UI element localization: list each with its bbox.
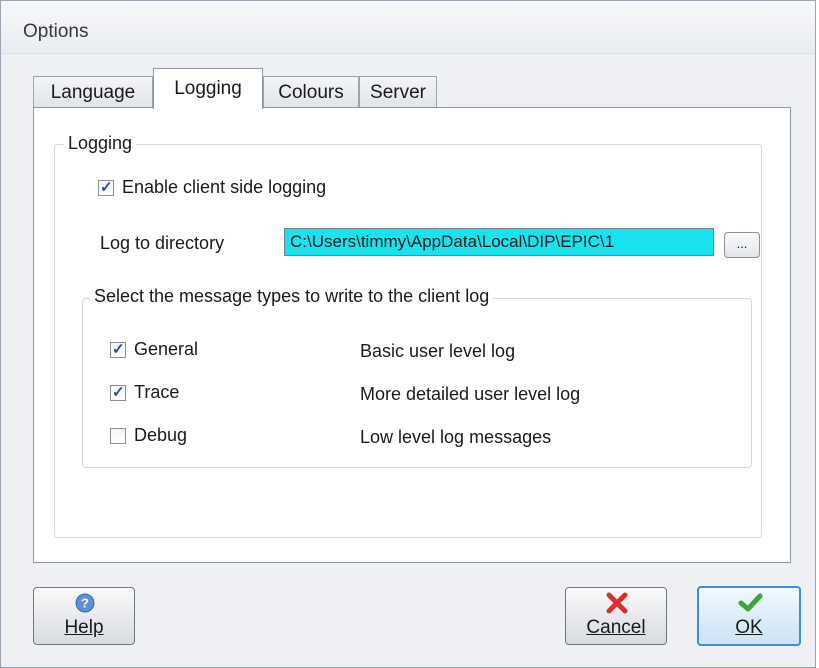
browse-directory-button[interactable]: ... <box>724 232 760 258</box>
trace-checkbox[interactable]: ✓ <box>110 384 126 401</box>
debug-checkbox[interactable] <box>110 428 126 444</box>
checkmark-icon: ✓ <box>112 384 125 401</box>
ok-button[interactable]: OK <box>697 586 801 646</box>
debug-description: Low level log messages <box>360 427 552 447</box>
debug-label: Debug <box>134 425 188 445</box>
logging-group-label: Logging <box>64 133 137 154</box>
tab-logging[interactable]: Logging <box>153 68 263 109</box>
tab-server[interactable]: Server <box>359 76 437 108</box>
log-directory-input[interactable]: C:\Users\timmy\AppData\Local\DIP\EPIC\1 <box>284 228 714 256</box>
options-dialog: Options Language Logging Colours Server … <box>0 0 816 668</box>
ok-button-label: OK <box>735 617 763 638</box>
red-x-icon <box>606 592 628 614</box>
general-label: General <box>134 339 199 359</box>
enable-logging-label: Enable client side logging <box>122 177 327 197</box>
trace-description: More detailed user level log <box>360 384 581 404</box>
tab-colours[interactable]: Colours <box>263 76 359 108</box>
window-title: Options <box>23 21 89 42</box>
trace-label: Trace <box>134 382 180 402</box>
log-directory-label: Log to directory <box>100 233 225 253</box>
help-button[interactable]: ? Help <box>33 587 135 645</box>
help-button-label: Help <box>64 617 104 638</box>
checkmark-icon: ✓ <box>112 341 125 358</box>
green-check-icon <box>738 593 763 612</box>
cancel-button[interactable]: Cancel <box>565 587 667 645</box>
logging-tab-panel: Logging ✓ Enable client side logging Log… <box>33 107 791 563</box>
title-bar: Options <box>1 1 815 54</box>
help-circle-icon: ? <box>75 593 95 613</box>
tab-language[interactable]: Language <box>33 76 153 108</box>
general-checkbox[interactable]: ✓ <box>110 341 126 358</box>
svg-text:?: ? <box>81 596 89 611</box>
general-description: Basic user level log <box>360 341 516 361</box>
checkmark-icon: ✓ <box>100 179 113 196</box>
enable-logging-checkbox[interactable]: ✓ <box>98 179 114 196</box>
cancel-button-label: Cancel <box>586 617 646 638</box>
message-types-group-label: Select the message types to write to the… <box>90 286 494 307</box>
